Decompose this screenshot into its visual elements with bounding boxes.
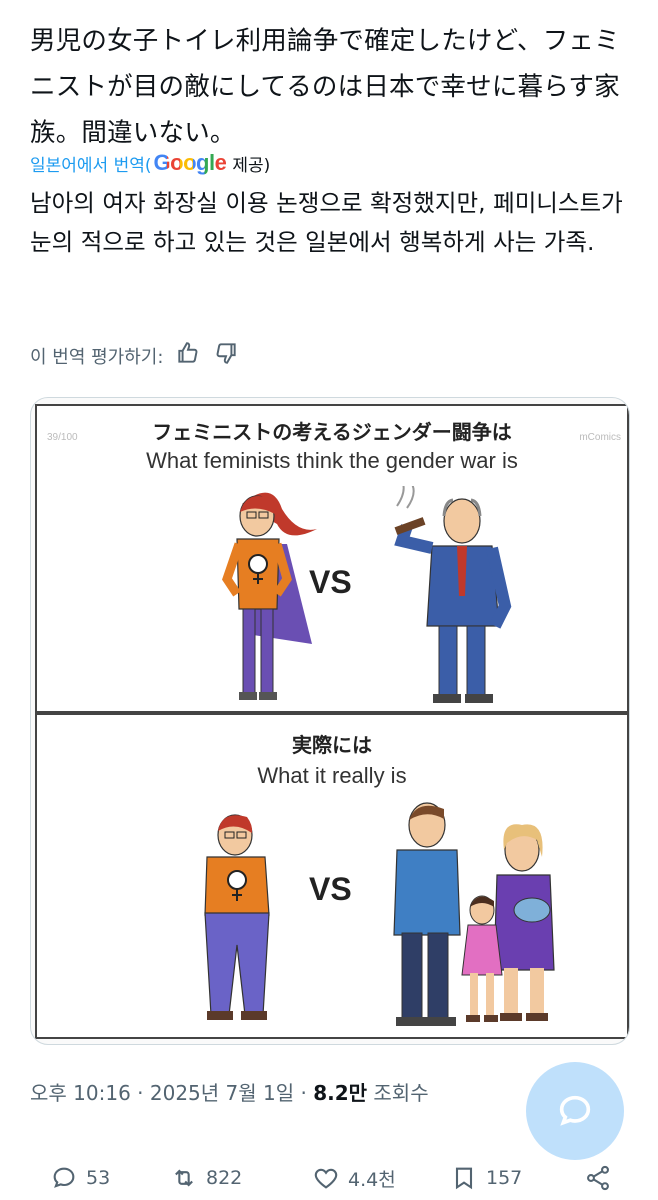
bookmark-count: 157 [486,1167,523,1189]
translated-text: 남아의 여자 화장실 이용 논쟁으로 확정했지만, 페미니스트가 눈의 적으로 … [30,189,623,256]
timestamp[interactable]: 오후 10:16 · 2025년 7월 1일 · [30,1081,313,1105]
speech-bubble-icon [559,1095,591,1126]
top-title-en: What feminists think the gender war is [146,448,518,473]
view-label: 조회수 [367,1081,429,1105]
bookmark-icon [455,1167,473,1190]
comic-panel-bottom: 実際には What it really is VS [35,713,629,1039]
retweet-icon [175,1169,193,1187]
translation-attribution[interactable]: 일본어에서 번역( Google 제공) [30,150,270,176]
family-figure [393,802,555,1026]
share-icon [587,1165,609,1191]
reply-icon [53,1167,75,1188]
retweet-count: 822 [206,1167,243,1189]
action-bar: 53 822 4.4천 157 [30,1160,630,1200]
google-wordmark: Google [153,150,227,175]
provided-label: 제공) [232,155,271,176]
reply-count: 53 [86,1167,111,1189]
businessman-figure [394,486,512,703]
post-text: 男児の女子トイレ利用論争で確定したけど、フェミニストが目の敵にしてるのは日本で幸… [30,26,620,148]
bottom-title-jp: 実際には [292,733,372,757]
google-logo: Google [154,150,227,176]
thumbs-up-icon[interactable] [175,340,201,371]
feminist-figure [204,814,270,1020]
like-count: 4.4천 [348,1168,396,1191]
top-title-jp: フェミニストの考えるジェンダー闘争は [152,420,512,444]
vs-label-bottom: VS [309,871,352,907]
reply-button[interactable]: 53 [50,1164,110,1192]
bottom-title-en: What it really is [257,763,407,788]
comic-panel-top: 39/100 mComics フェミニストの考えるジェンダー闘争は What f… [35,404,629,713]
bookmark-button[interactable]: 157 [450,1164,522,1192]
translate-label: 일본어에서 번역( [30,155,152,176]
vs-label-top: VS [309,564,352,600]
thumbs-down-icon[interactable] [213,340,239,371]
share-button[interactable] [584,1164,612,1192]
rate-translation: 이 번역 평가하기: [30,340,239,371]
view-count: 8.2만 [313,1081,368,1105]
retweet-button[interactable]: 822 [170,1164,242,1192]
post-image[interactable]: 39/100 mComics フェミニストの考えるジェンダー闘争は What f… [30,397,630,1045]
rate-label: 이 번역 평가하기: [30,346,164,368]
compose-reply-button[interactable] [526,1062,624,1160]
like-button[interactable]: 4.4천 [312,1164,396,1192]
post-meta: 오후 10:16 · 2025년 7월 1일 · 8.2만 조회수 [30,1077,429,1106]
heart-icon [314,1168,338,1189]
